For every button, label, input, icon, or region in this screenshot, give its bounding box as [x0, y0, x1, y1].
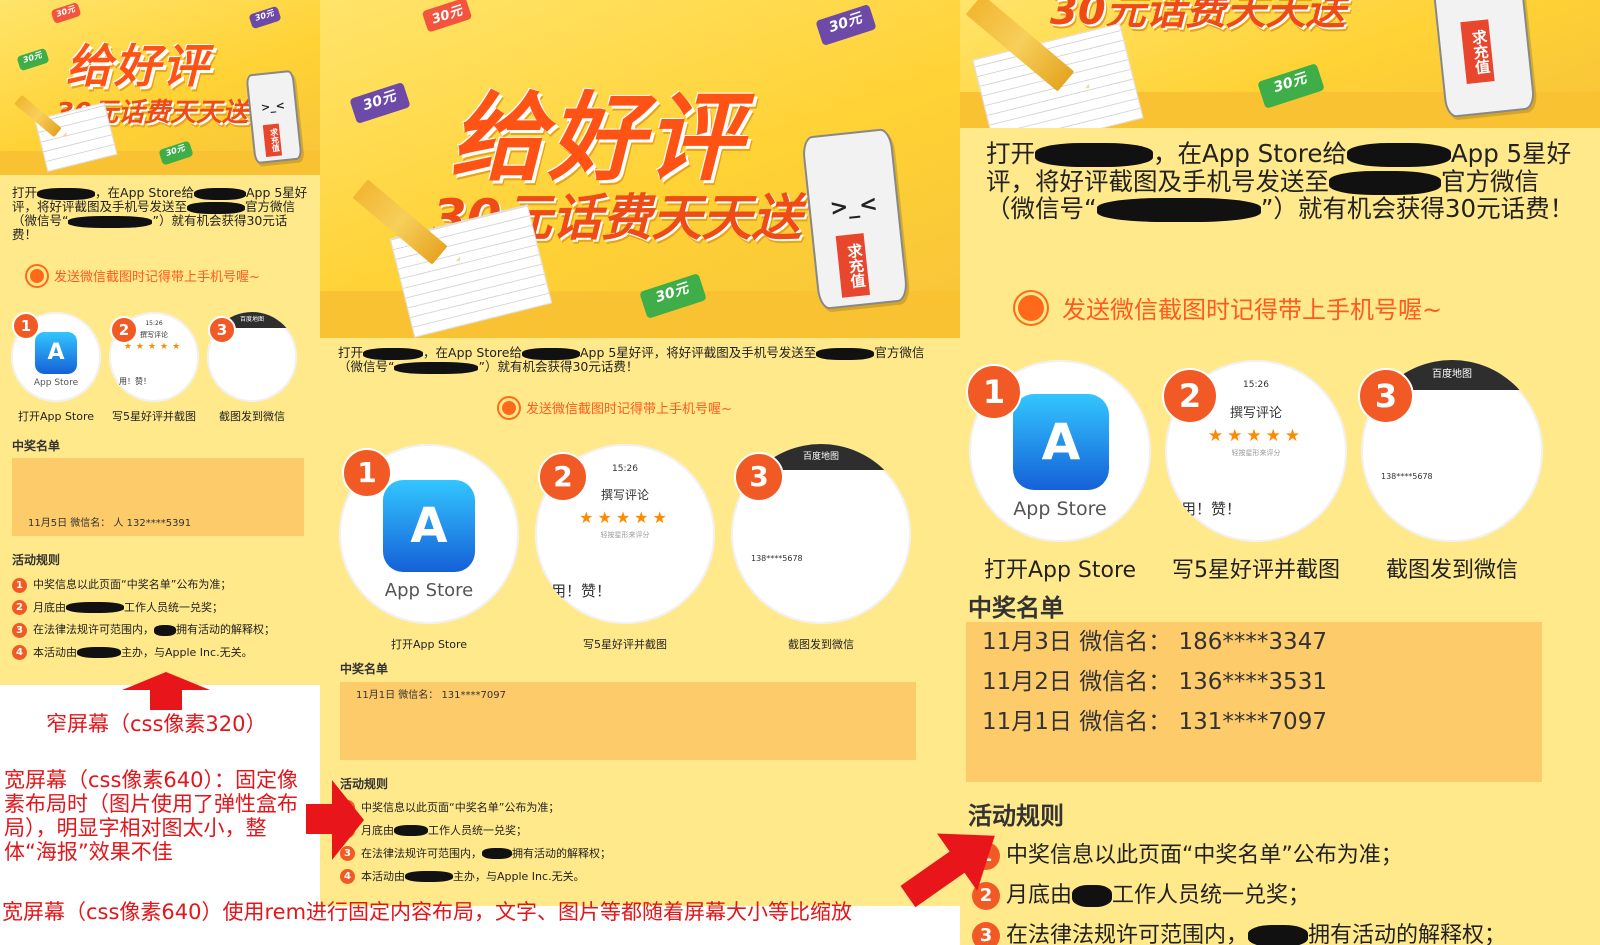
rule-item: 2 月底由 工作人员统一兑奖； — [972, 876, 1506, 916]
winners-box: 11月3日 微信名： 186****3347 11月2日 微信名： 136***… — [966, 622, 1542, 782]
redacted-block — [187, 201, 246, 214]
step-3: 3 百度地图 138****5678 截图发到微信 — [726, 444, 916, 652]
rule-item: 1 中奖信息以此页面“中奖名单”公布为准； — [972, 836, 1506, 876]
banner-title: 给好评 — [66, 39, 210, 93]
redacted-block — [1329, 170, 1441, 195]
winners-title: 中奖名单 — [12, 439, 61, 453]
intro-text: 打开 ，在App Store给 App 5星好评，将好评截图及手机号发送至 官方微信（… — [986, 139, 1575, 224]
lightbulb-icon — [30, 268, 44, 283]
redacted-block — [816, 347, 875, 360]
ticket-icon: 30元 — [16, 47, 50, 72]
rule-item: 3 在法律法规许可范围内， 拥有活动的解释权； — [972, 916, 1506, 945]
rule-item: 4 本活动由 主办，与Apple Inc.无关。 — [12, 642, 275, 665]
winner-row: 11月5日 微信名： 人 132****5391 — [28, 518, 192, 529]
wide-fixed-panel: 30元 30元 30元 30元 给好评 30元话费天天送 >_< 求充值 打开，… — [320, 0, 960, 906]
rule-item: 2 月底由 工作人员统一兑奖； — [12, 597, 275, 620]
rules-list: 1 中奖信息以此页面“中奖名单”公布为准； 2 月底由 工作人员统一兑奖； 3 在法律法… — [340, 796, 611, 888]
lightbulb-icon — [1018, 294, 1044, 321]
intro-text: 打开 ，在App Store给 App 5星好评，将好评截图及手机号发送至 官方微信（… — [338, 345, 925, 374]
step-1: 1 A App Store 打开App Store — [960, 360, 1160, 584]
winner-row: 11月1日 微信名： 131****7097 — [356, 690, 506, 701]
rule-item: 2 月底由 工作人员统一兑奖； — [340, 819, 611, 842]
redacted-block — [521, 347, 580, 360]
rules-list: 1 中奖信息以此页面“中奖名单”公布为准； 2 月底由 工作人员统一兑奖； 3 在法律法… — [12, 574, 275, 664]
redacted-block — [37, 187, 96, 200]
step-2: 2 15:26 撰写评论 ★★★★★ 用！赞！ 写5星好评并截图 — [106, 312, 202, 424]
rule-item: 4 本活动由 主办，与Apple Inc.无关。 — [340, 865, 611, 888]
ticket-icon: 30元 — [815, 3, 877, 47]
phone-mascot: >_< 求充值 — [801, 127, 909, 311]
step-2: 2 15:26 撰写评论 ★★★★★ 轻按星形来评分 用！赞！ 写5星好评并截图 — [1156, 360, 1356, 584]
wide-fixed-note: 宽屏幕（css像素640）：固定像素布局时（图片使用了弹性盒布局），明显字相对图… — [4, 768, 299, 864]
promo-banner: 30元话费天天送 30元 求充值 — [960, 0, 1600, 128]
winner-row: 11月3日 微信名： 186****3347 — [982, 629, 1327, 655]
winners-title: 中奖名单 — [968, 594, 1064, 622]
notice-line: 发送微信截图时记得带上手机号喔~ — [30, 266, 260, 285]
rule-item: 1 中奖信息以此页面“中奖名单”公布为准； — [12, 574, 275, 597]
promo-banner: 30元 30元 30元 30元 给好评 30元话费天天送 >_< 求充值 — [320, 0, 960, 338]
step-1: 1 A App Store 打开App Store — [8, 312, 104, 424]
winner-row: 11月2日 微信名： 136****3531 — [982, 669, 1327, 695]
rule-item: 3 在法律法规许可范围内， 拥有活动的解释权； — [340, 842, 611, 865]
notice-line: 发送微信截图时记得带上手机号喔~ — [502, 398, 732, 417]
rule-item: 3 在法律法规许可范围内， 拥有活动的解释权； — [12, 619, 275, 642]
rules-list: 1 中奖信息以此页面“中奖名单”公布为准； 2 月底由 工作人员统一兑奖； 3 在法律法… — [972, 836, 1506, 945]
phone-mascot: 求充值 — [1430, 0, 1536, 119]
step-2: 2 15:26 撰写评论 ★★★★★ 轻按星形来评分 用！赞！ 写5星好评并截图 — [530, 444, 720, 652]
arrow-up-icon — [122, 672, 210, 710]
redacted-block — [1035, 143, 1153, 167]
app-store-icon: A — [1013, 394, 1109, 490]
wide-rem-note: 宽屏幕（css像素640）使用rem进行固定内容布局，文字、图片等都随着屏幕大小… — [2, 900, 853, 924]
promo-banner: 30元 30元 30元 30元 给好评 30元话费天天送 >_< 求充值 — [0, 0, 320, 175]
redacted-block — [193, 187, 246, 200]
wide-rem-panel: 30元话费天天送 30元 求充值 打开 ，在App Store给 App 5星好评，… — [960, 0, 1600, 945]
winners-box: 11月1日 微信名： 131****7097 — [340, 682, 916, 760]
step-3: 3 百度地图 138****5678 截图发到微信 — [1352, 360, 1552, 584]
winner-row: 11月1日 微信名： 131****7097 — [982, 709, 1327, 735]
redacted-block — [1096, 198, 1261, 223]
app-store-icon: A — [35, 332, 77, 374]
ticket-icon: 30元 — [421, 0, 473, 33]
app-store-icon: A — [383, 480, 475, 572]
rules-title: 活动规则 — [12, 553, 61, 567]
rule-item: 1 中奖信息以此页面“中奖名单”公布为准； — [340, 796, 611, 819]
ticket-icon: 30元 — [50, 2, 82, 24]
notice-line: 发送微信截图时记得带上手机号喔~ — [1018, 290, 1442, 325]
intro-text: 打开 ，在App Store给 App 5星好评，将好评截图及手机号发送至 官方微信（… — [12, 185, 308, 242]
ticket-icon: 30元 — [248, 5, 282, 30]
phone-mascot: >_< 求充值 — [245, 69, 303, 165]
ticket-icon: 30元 — [349, 81, 411, 125]
narrow-screen-panel: 30元 30元 30元 30元 给好评 30元话费天天送 >_< 求充值 打开，… — [0, 0, 320, 685]
redacted-block — [394, 361, 479, 374]
step-3: 3 百度地图 截图发到微信 — [204, 312, 300, 424]
lightbulb-icon — [502, 400, 516, 415]
redacted-block — [1346, 143, 1451, 167]
winners-box: 11月5日 微信名： 人 132****5391 — [12, 458, 304, 536]
rating-stars: ★★★★★ — [1207, 426, 1305, 446]
winners-title: 中奖名单 — [340, 662, 389, 676]
redacted-block — [363, 347, 424, 360]
redacted-block — [68, 215, 153, 228]
arrow-right-icon — [306, 780, 364, 860]
step-1: 1 A App Store 打开App Store — [334, 444, 524, 652]
rating-stars: ★★★★★ — [579, 508, 671, 527]
narrow-note: 窄屏幕（css像素320） — [46, 712, 267, 736]
